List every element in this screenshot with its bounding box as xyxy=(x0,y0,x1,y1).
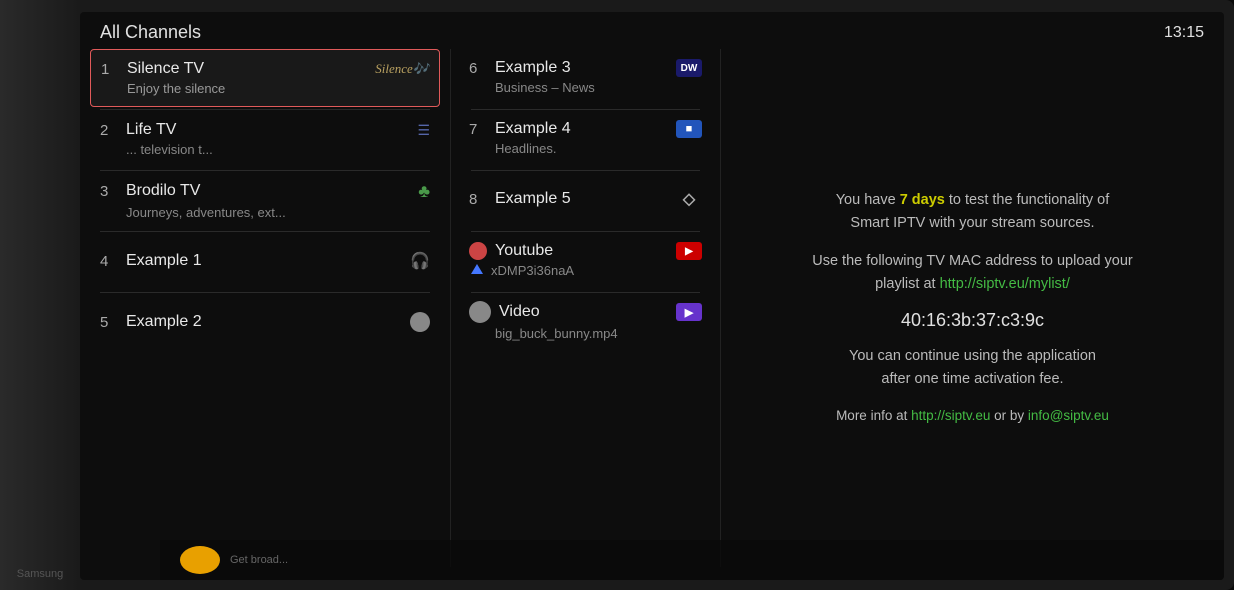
info-line-2: Use the following TV MAC address to uplo… xyxy=(812,250,1133,296)
left-bezel: Samsung xyxy=(0,0,80,590)
channel-list-left[interactable]: 1 Silence TV Silence🎶 Enjoy the silence … xyxy=(80,49,450,567)
channel-name-2: Life TV xyxy=(126,121,176,139)
channel-list-right[interactable]: 6 Example 3 DW Business – News 7 Example… xyxy=(450,49,720,567)
page-title: All Channels xyxy=(100,22,201,43)
channel-name-3: Brodilo TV xyxy=(126,182,200,200)
bottom-bar: Get broad... xyxy=(160,540,1224,580)
video-circle-icon xyxy=(469,301,491,323)
tv-logo: Samsung xyxy=(17,568,63,580)
headphone-icon: 🎧 xyxy=(410,251,430,271)
channel-name-1: Silence TV xyxy=(127,60,204,78)
diamond-icon: ◇ xyxy=(676,190,702,208)
channel-subtitle-7: Headlines. xyxy=(469,141,702,156)
screen: All Channels 13:15 1 Silence TV Silence🎶… xyxy=(80,12,1224,580)
channel-name-8: Example 5 xyxy=(495,190,571,208)
channel-item-1[interactable]: 1 Silence TV Silence🎶 Enjoy the silence xyxy=(90,49,440,107)
info-panel: You have 7 days to test the functionalit… xyxy=(720,49,1224,567)
channel-number-5: 5 xyxy=(100,314,118,331)
channel-number-8: 8 xyxy=(469,191,487,208)
channel-subtitle-6: Business – News xyxy=(469,80,702,95)
tv-frame: Samsung All Channels 13:15 1 Silence TV … xyxy=(0,0,1234,590)
channel-name-youtube: Youtube xyxy=(495,242,553,260)
channel-subtitle-1: Enjoy the silence xyxy=(101,81,429,96)
triangle-pointer-icon xyxy=(471,264,483,274)
info-footer: More info at http://siptv.eu or by info@… xyxy=(836,405,1109,427)
dw-icon: DW xyxy=(676,59,702,77)
circle-icon xyxy=(410,312,430,332)
email-link[interactable]: info@siptv.eu xyxy=(1028,408,1109,423)
channel-item-5[interactable]: 5 Example 2 xyxy=(90,293,440,351)
channel-item-8[interactable]: 8 Example 5 ◇ xyxy=(461,171,710,227)
bottom-text: Get broad... xyxy=(230,554,288,566)
channel-icon-2: ☰ xyxy=(417,122,430,139)
channel-item-4[interactable]: 4 Example 1 🎧 xyxy=(90,232,440,290)
channel-item-video[interactable]: Video ▶ big_buck_bunny.mp4 xyxy=(461,293,710,349)
info-line-1: You have 7 days to test the functionalit… xyxy=(836,189,1110,235)
channel-subtitle-2: ... television t... xyxy=(100,142,430,157)
channel-name-5: Example 2 xyxy=(126,313,202,331)
channel-name-6: Example 3 xyxy=(495,59,571,77)
channel-number-4: 4 xyxy=(100,253,118,270)
clock: 13:15 xyxy=(1164,24,1204,42)
channel-item-2[interactable]: 2 Life TV ☰ ... television t... xyxy=(90,110,440,168)
channel-item-3[interactable]: 3 Brodilo TV ♣ Journeys, adventures, ext… xyxy=(90,171,440,229)
main-content: 1 Silence TV Silence🎶 Enjoy the silence … xyxy=(80,49,1224,567)
bottom-logo-icon xyxy=(180,546,220,574)
channel-number-1: 1 xyxy=(101,61,119,78)
channel-item-youtube[interactable]: Youtube ▶ xDMP3i36naA xyxy=(461,232,710,288)
channel-number-6: 6 xyxy=(469,60,487,77)
mylist-link[interactable]: http://siptv.eu/mylist/ xyxy=(940,276,1070,292)
header: All Channels 13:15 xyxy=(80,12,1224,49)
channel-subtitle-3: Journeys, adventures, ext... xyxy=(100,205,430,220)
channel-number-2: 2 xyxy=(100,122,118,139)
channel-subtitle-youtube: xDMP3i36naA xyxy=(487,263,574,278)
channel-logo-1: Silence🎶 xyxy=(375,61,429,77)
channel-number-3: 3 xyxy=(100,183,118,200)
channel-name-4: Example 1 xyxy=(126,252,202,270)
channel-item-7[interactable]: 7 Example 4 ■ Headlines. xyxy=(461,110,710,166)
channel-name-7: Example 4 xyxy=(495,120,571,138)
clover-icon: ♣ xyxy=(418,181,430,202)
channel-name-video: Video xyxy=(499,303,540,321)
siptv-link[interactable]: http://siptv.eu xyxy=(911,408,990,423)
days-highlight: 7 days xyxy=(900,192,945,208)
youtube-icon: ▶ xyxy=(676,242,702,260)
mac-address: 40:16:3b:37:c3:9c xyxy=(901,310,1044,331)
channel-subtitle-video: big_buck_bunny.mp4 xyxy=(469,326,702,341)
channel-number-7: 7 xyxy=(469,121,487,138)
info-line-3: You can continue using the application a… xyxy=(849,345,1096,391)
youtube-circle-icon xyxy=(469,242,487,260)
blue-icon: ■ xyxy=(676,120,702,138)
video-icon: ▶ xyxy=(676,303,702,321)
channel-item-6[interactable]: 6 Example 3 DW Business – News xyxy=(461,49,710,105)
